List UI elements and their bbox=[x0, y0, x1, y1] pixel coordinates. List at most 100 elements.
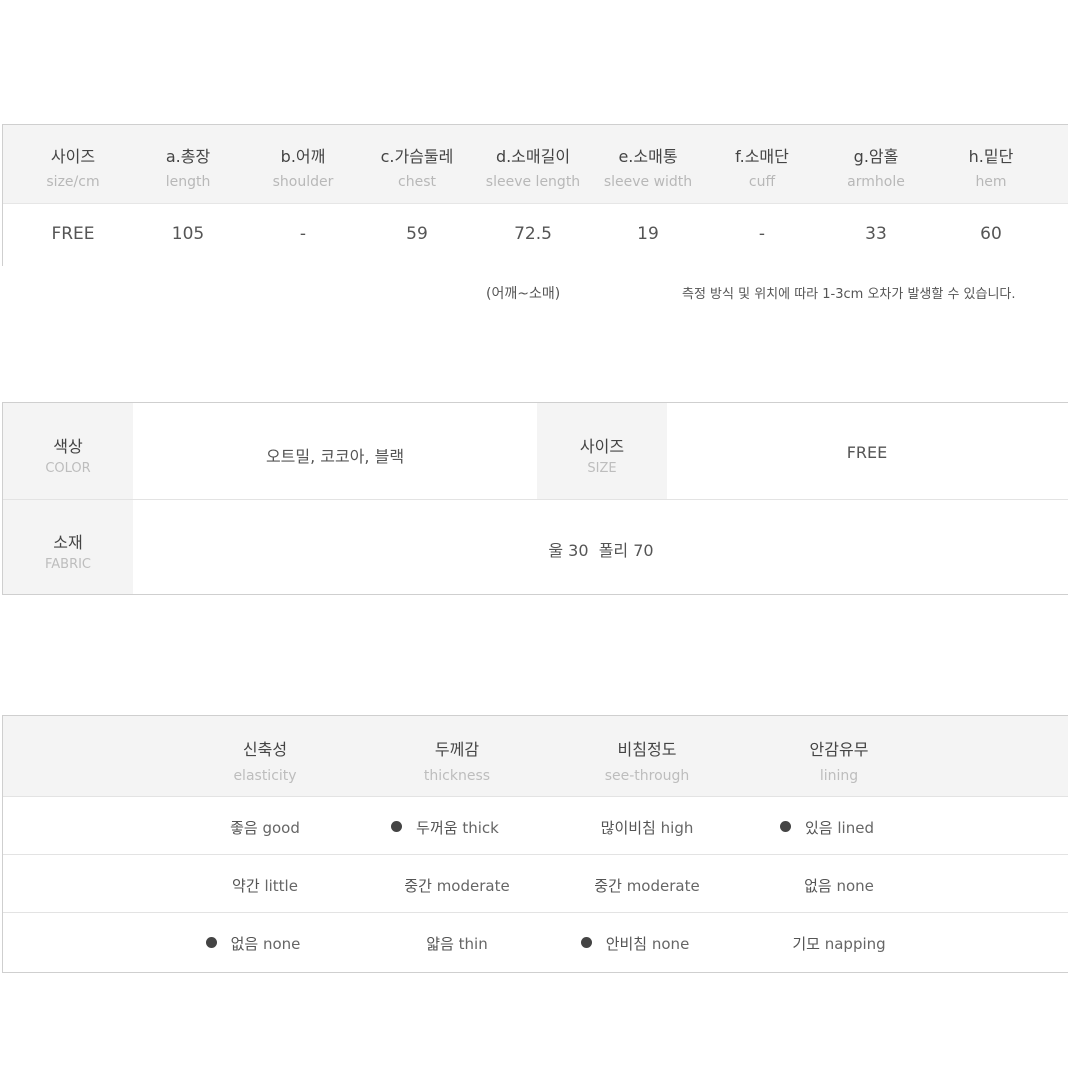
option-label-en: none bbox=[651, 935, 690, 953]
option-label-en: moderate bbox=[436, 877, 510, 895]
feature-row: 약간 little 중간 moderate 중간 moderate 없음 none bbox=[3, 854, 1068, 913]
fabric-feature-table: 신축성 elasticity 두께감 thickness 비침정도 see-throu… bbox=[2, 715, 1068, 973]
header-label: c.가슴둘레 bbox=[380, 147, 454, 166]
header-label: a.총장 bbox=[165, 147, 211, 166]
header-sublabel: elasticity bbox=[233, 768, 297, 784]
value-shoulder: - bbox=[299, 224, 307, 244]
feature-option: 없음 none bbox=[739, 875, 939, 896]
header-sublabel: cuff bbox=[748, 174, 776, 190]
header-label: h.밑단 bbox=[968, 147, 1014, 166]
option-label-en: moderate bbox=[626, 877, 700, 895]
option-label-en: lined bbox=[837, 819, 874, 837]
option-label-ko: 중간 bbox=[594, 877, 622, 895]
color-label: 색상 COLOR bbox=[3, 433, 133, 476]
row-divider bbox=[3, 499, 1068, 500]
feature-option: 안비침 none bbox=[535, 933, 735, 954]
option-label-en: none bbox=[262, 935, 301, 953]
selected-dot-icon bbox=[205, 937, 217, 948]
option-label-ko: 있음 bbox=[805, 819, 833, 837]
header-label: e.소매통 bbox=[618, 147, 678, 166]
feature-option: 중간 moderate bbox=[547, 875, 747, 896]
header-see-through: 비침정도 see-through bbox=[557, 736, 737, 784]
option-label-en: none bbox=[836, 877, 874, 895]
feature-option: 없음 none bbox=[153, 933, 353, 954]
value-sleeve-length: 72.5 bbox=[514, 224, 552, 244]
option-label-ko: 좋음 bbox=[230, 819, 258, 837]
option-label-en: thick bbox=[462, 819, 499, 837]
label-en: COLOR bbox=[45, 461, 91, 476]
option-label-ko: 없음 bbox=[804, 877, 832, 895]
option-label-ko: 기모 bbox=[792, 935, 820, 953]
header-label: f.소매단 bbox=[735, 147, 789, 166]
label-ko: 색상 bbox=[53, 437, 83, 456]
feature-row: 없음 none 얇음 thin 안비침 none 기모 napping bbox=[3, 912, 1068, 971]
option-label-ko: 안비침 bbox=[605, 935, 648, 953]
header-sublabel: armhole bbox=[847, 174, 905, 190]
option-label-en: little bbox=[264, 877, 298, 895]
header-label: 사이즈 bbox=[50, 147, 96, 166]
header-sublabel: lining bbox=[819, 768, 859, 784]
value-size: FREE bbox=[51, 224, 95, 244]
fabric-value: 울 30 폴리 70 bbox=[548, 541, 654, 560]
option-label-ko: 약간 bbox=[232, 877, 260, 895]
selected-dot-icon bbox=[580, 937, 592, 948]
header-label: d.소매길이 bbox=[495, 147, 571, 166]
fabric-label: 소재 FABRIC bbox=[3, 529, 133, 572]
value-hem: 60 bbox=[980, 224, 1002, 244]
feature-row: 좋음 good 두꺼움 thick 많이비침 high 있음 lined bbox=[3, 796, 1068, 855]
feature-option: 두꺼움 thick bbox=[345, 817, 545, 838]
feature-option: 많이비침 high bbox=[547, 817, 747, 838]
header-shoulder: b.어깨 shoulder bbox=[245, 143, 361, 190]
header-length: a.총장 length bbox=[130, 143, 246, 190]
size-value: FREE bbox=[846, 443, 888, 462]
size-chart-table: 사이즈 size/cm a.총장 length b.어깨 shoulder c.가슴둘… bbox=[2, 124, 1068, 266]
header-hem: h.밑단 hem bbox=[933, 143, 1049, 190]
header-label: 안감유무 bbox=[809, 740, 869, 759]
option-label-en: thin bbox=[458, 935, 488, 953]
feature-option: 얇음 thin bbox=[357, 933, 557, 954]
header-size: 사이즈 size/cm bbox=[15, 143, 131, 190]
product-info-table: 색상 COLOR 오트밀, 코코아, 블랙 사이즈 SIZE FREE 소재 FABR… bbox=[2, 402, 1068, 595]
header-sublabel: see-through bbox=[604, 768, 690, 784]
value-chest: 59 bbox=[406, 224, 428, 244]
feature-option: 중간 moderate bbox=[357, 875, 557, 896]
header-label: g.암홀 bbox=[853, 147, 899, 166]
value-cuff: - bbox=[758, 224, 766, 244]
value-length: 105 bbox=[171, 224, 205, 244]
label-en: SIZE bbox=[587, 461, 617, 476]
header-sublabel: hem bbox=[975, 174, 1007, 190]
header-sublabel: thickness bbox=[423, 768, 491, 784]
size-label: 사이즈 SIZE bbox=[537, 433, 667, 476]
header-label: 두께감 bbox=[434, 740, 480, 759]
header-sublabel: length bbox=[165, 174, 211, 190]
header-elasticity: 신축성 elasticity bbox=[175, 736, 355, 784]
header-sublabel: chest bbox=[398, 174, 436, 190]
header-chest: c.가슴둘레 chest bbox=[359, 143, 475, 190]
option-label-en: napping bbox=[824, 935, 886, 953]
header-cuff: f.소매단 cuff bbox=[704, 143, 820, 190]
header-label: b.어깨 bbox=[280, 147, 326, 166]
option-label-en: high bbox=[660, 819, 694, 837]
color-value: 오트밀, 코코아, 블랙 bbox=[265, 447, 405, 466]
option-label-ko: 많이비침 bbox=[600, 819, 656, 837]
size-chart-value-row: FREE 105 - 59 72.5 19 - 33 60 bbox=[3, 203, 1068, 266]
selected-dot-icon bbox=[391, 821, 403, 832]
header-label: 비침정도 bbox=[617, 740, 677, 759]
feature-option: 있음 lined bbox=[727, 817, 927, 838]
value-armhole: 33 bbox=[865, 224, 887, 244]
feature-option: 좋음 good bbox=[165, 817, 365, 838]
header-thickness: 두께감 thickness bbox=[367, 736, 547, 784]
header-label: 신축성 bbox=[242, 740, 288, 759]
label-ko: 소재 bbox=[53, 533, 83, 552]
label-ko: 사이즈 bbox=[579, 437, 625, 456]
feature-option: 약간 little bbox=[165, 875, 365, 896]
feature-option: 기모 napping bbox=[739, 933, 939, 954]
measurement-error-note: 측정 방식 및 위치에 따라 1-3cm 오차가 발생할 수 있습니다. bbox=[682, 287, 1016, 302]
option-label-en: good bbox=[262, 819, 300, 837]
option-label-ko: 없음 bbox=[230, 935, 259, 953]
option-label-ko: 두꺼움 bbox=[416, 819, 458, 837]
header-sublabel: size/cm bbox=[46, 174, 100, 190]
header-sublabel: sleeve length bbox=[485, 174, 581, 190]
value-sleeve-width: 19 bbox=[637, 224, 659, 244]
header-sublabel: shoulder bbox=[272, 174, 334, 190]
